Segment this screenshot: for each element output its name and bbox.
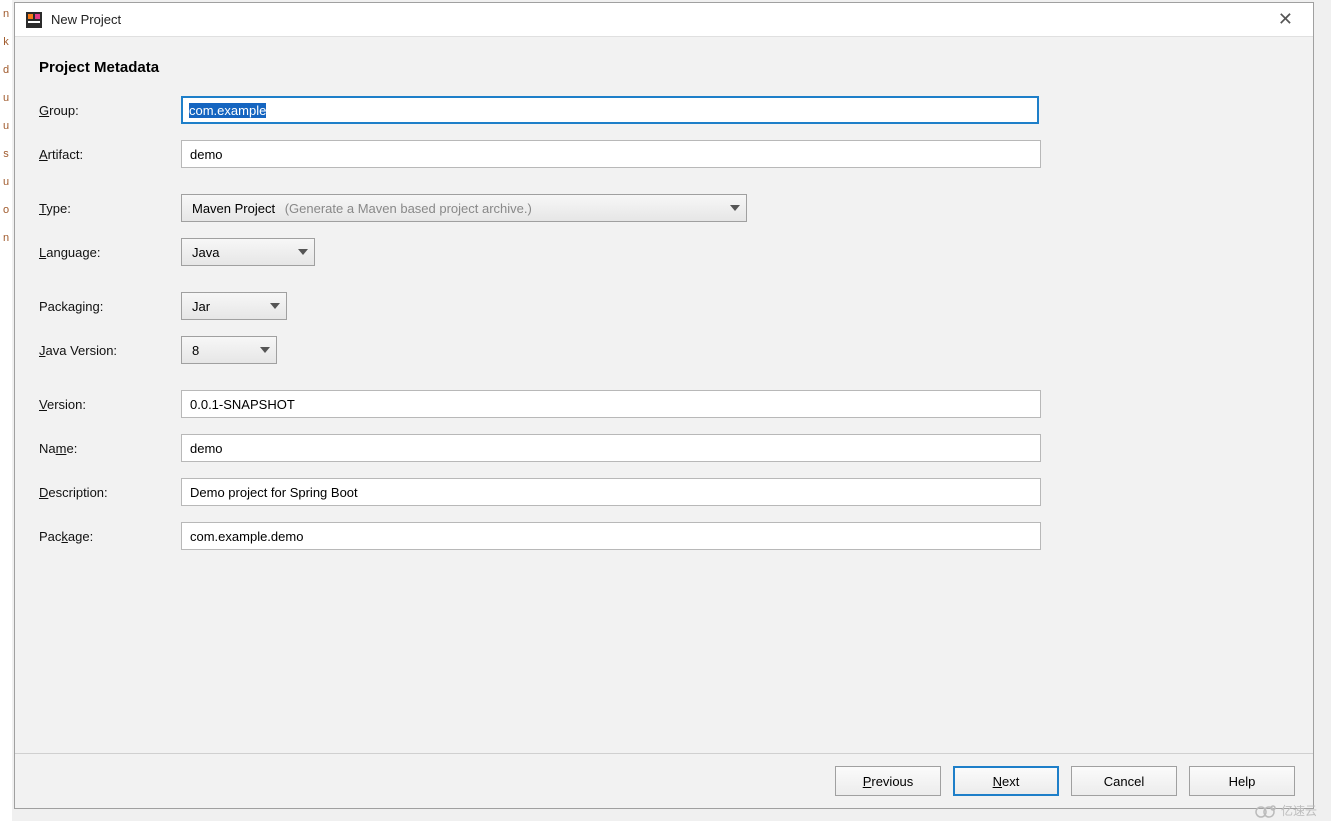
new-project-dialog: New Project ✕ Project Metadata Group: co…: [14, 2, 1314, 809]
titlebar: New Project ✕: [15, 3, 1313, 37]
label-java-version: Java Version:: [39, 343, 181, 358]
label-package: Package:: [39, 529, 181, 544]
artifact-input[interactable]: [181, 140, 1041, 168]
label-version: Version:: [39, 397, 181, 412]
app-icon: [25, 11, 43, 29]
java-version-combo[interactable]: 8: [181, 336, 277, 364]
label-artifact: Artifact:: [39, 147, 181, 162]
chevron-down-icon: [730, 205, 740, 211]
row-version: Version:: [39, 390, 1289, 418]
description-input[interactable]: [181, 478, 1041, 506]
section-heading: Project Metadata: [39, 59, 1289, 76]
language-combo[interactable]: Java: [181, 238, 315, 266]
group-input[interactable]: com.example: [181, 96, 1039, 124]
chevron-down-icon: [298, 249, 308, 255]
button-bar: Previous Next Cancel Help: [15, 753, 1313, 808]
watermark: 亿速云: [1255, 802, 1317, 819]
row-type: Type: Maven Project (Generate a Maven ba…: [39, 194, 1289, 222]
row-description: Description:: [39, 478, 1289, 506]
row-packaging: Packaging: Jar: [39, 292, 1289, 320]
label-group: Group:: [39, 103, 181, 118]
packaging-combo[interactable]: Jar: [181, 292, 287, 320]
row-artifact: Artifact:: [39, 140, 1289, 168]
label-language: Language:: [39, 245, 181, 260]
row-language: Language: Java: [39, 238, 1289, 266]
next-button[interactable]: Next: [953, 766, 1059, 796]
label-name: Name:: [39, 441, 181, 456]
background-editor-gutter: nkduusuon: [0, 0, 12, 821]
row-name: Name:: [39, 434, 1289, 462]
name-input[interactable]: [181, 434, 1041, 462]
version-input[interactable]: [181, 390, 1041, 418]
window-title: New Project: [51, 12, 1268, 27]
label-packaging: Packaging:: [39, 299, 181, 314]
dialog-content: Project Metadata Group: com.example Arti…: [15, 37, 1313, 753]
row-package: Package:: [39, 522, 1289, 550]
label-type: Type:: [39, 201, 181, 216]
close-icon[interactable]: ✕: [1268, 5, 1303, 34]
cancel-button[interactable]: Cancel: [1071, 766, 1177, 796]
chevron-down-icon: [260, 347, 270, 353]
previous-button[interactable]: Previous: [835, 766, 941, 796]
row-java-version: Java Version: 8: [39, 336, 1289, 364]
label-description: Description:: [39, 485, 181, 500]
type-combo[interactable]: Maven Project (Generate a Maven based pr…: [181, 194, 747, 222]
row-group: Group: com.example: [39, 96, 1289, 124]
chevron-down-icon: [270, 303, 280, 309]
package-input[interactable]: [181, 522, 1041, 550]
help-button[interactable]: Help: [1189, 766, 1295, 796]
